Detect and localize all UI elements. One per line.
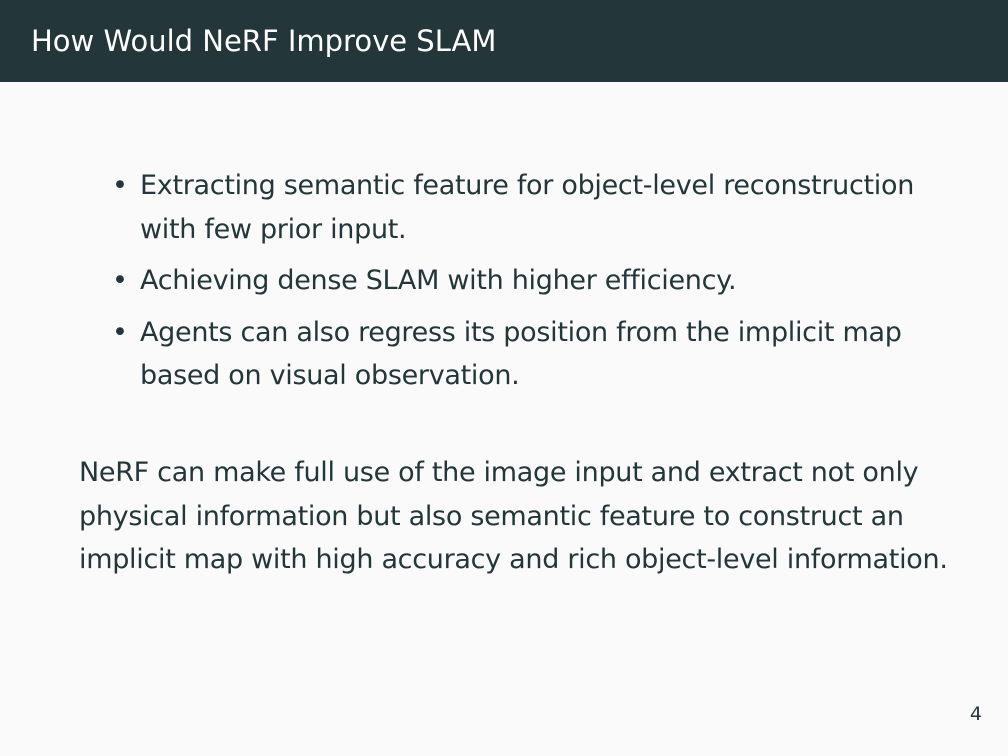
bullet-marker: • <box>112 265 128 296</box>
page-number: 4 <box>969 703 982 725</box>
bullet-marker: • <box>112 316 128 348</box>
bullet-text: Extracting semantic feature for object-l… <box>140 170 915 245</box>
bullet-item: • Agents can also regress its position f… <box>112 311 942 398</box>
summary-paragraph: NeRF can make full use of the image inpu… <box>79 457 948 575</box>
bullet-text: Agents can also regress its position fro… <box>140 316 902 392</box>
bullet-item: • Extracting semantic feature for object… <box>112 164 942 251</box>
slide-title: How Would NeRF Improve SLAM <box>31 24 497 58</box>
bullet-list: • Extracting semantic feature for object… <box>112 164 942 406</box>
slide-title-bar: How Would NeRF Improve SLAM <box>0 0 1008 82</box>
bullet-text: Achieving dense SLAM with higher efficie… <box>140 265 737 296</box>
bullet-marker: • <box>112 170 128 201</box>
bullet-item: • Achieving dense SLAM with higher effic… <box>112 259 942 303</box>
